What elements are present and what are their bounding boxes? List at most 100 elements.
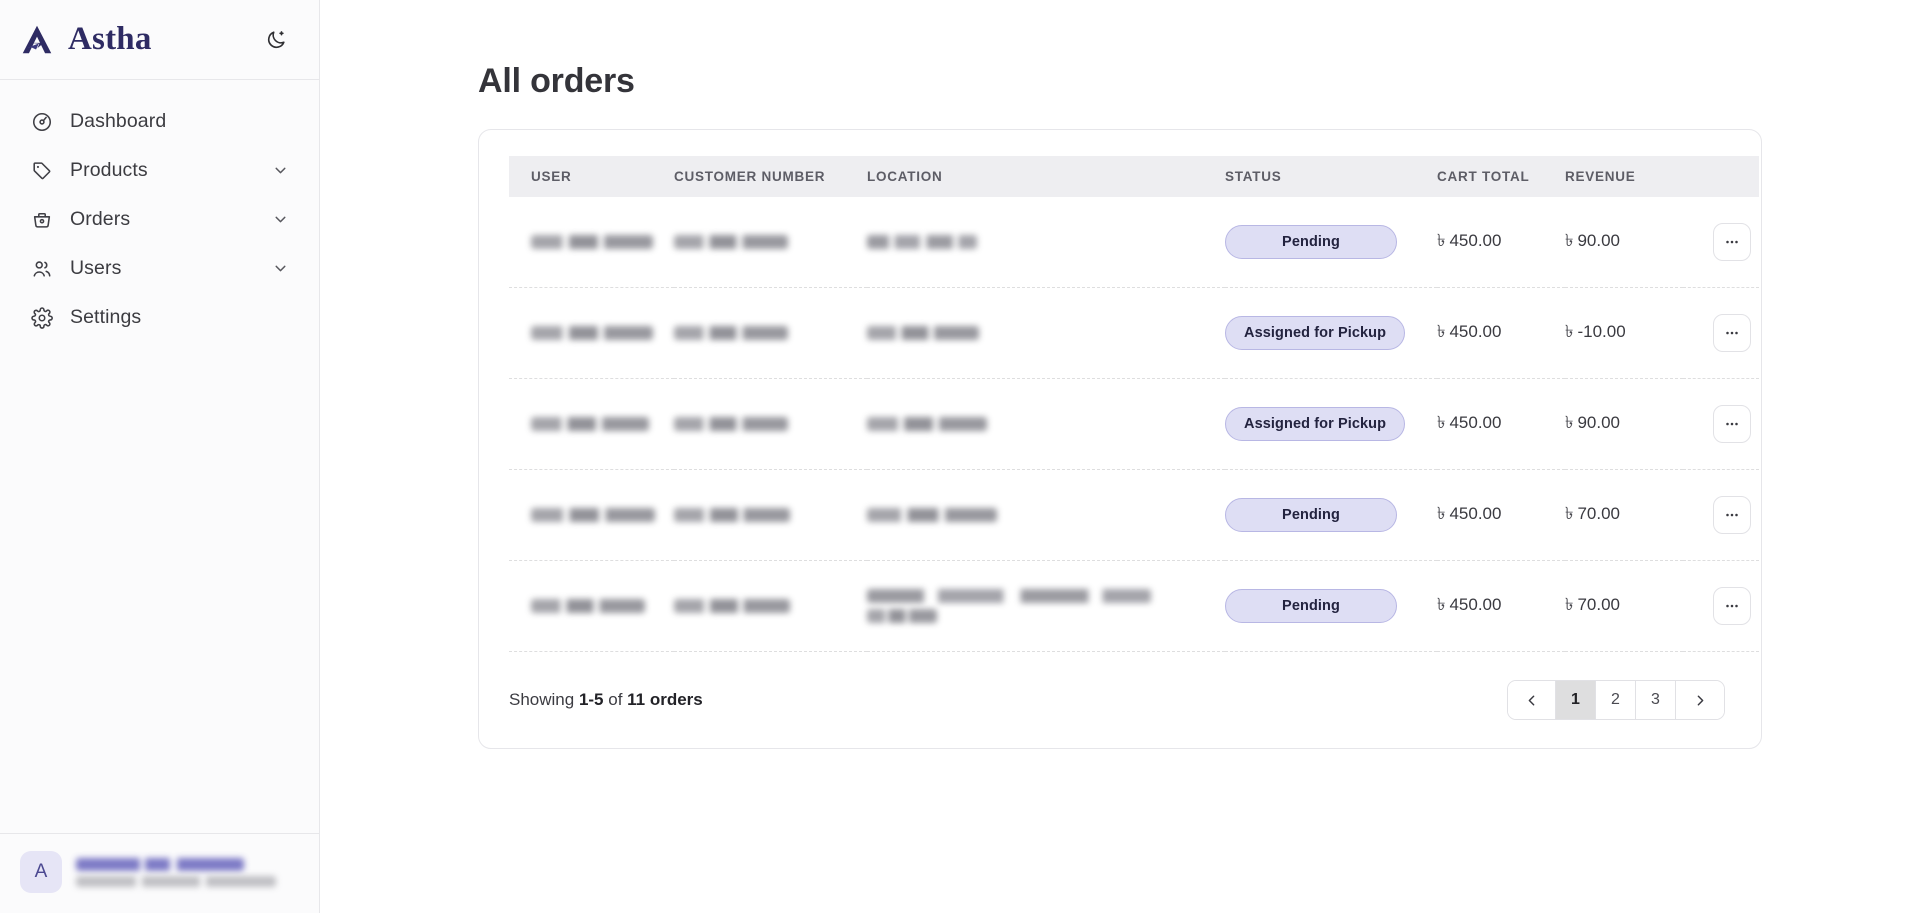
showing-prefix: Showing bbox=[509, 690, 579, 709]
cell-location bbox=[867, 561, 1225, 652]
currency-symbol: ৳ bbox=[1437, 231, 1445, 250]
column-header-location: LOCATION bbox=[867, 156, 1225, 197]
currency-symbol: ৳ bbox=[1565, 231, 1573, 250]
cell-cart-total: ৳450.00 bbox=[1437, 561, 1565, 652]
orders-table: USER CUSTOMER NUMBER LOCATION STATUS CAR… bbox=[509, 156, 1759, 652]
ellipsis-icon bbox=[1723, 324, 1741, 342]
app-root: Astha Dashboard bbox=[0, 0, 1920, 913]
column-header-revenue: REVENUE bbox=[1565, 156, 1683, 197]
gauge-icon bbox=[30, 110, 53, 133]
sidebar-spacer bbox=[0, 341, 319, 833]
cell-status: Pending bbox=[1225, 470, 1437, 561]
showing-total: 11 orders bbox=[627, 690, 703, 709]
table-row[interactable]: Pending ৳450.00 ৳70.00 bbox=[509, 470, 1759, 561]
currency-symbol: ৳ bbox=[1437, 322, 1445, 341]
user-redacted bbox=[531, 508, 655, 522]
location-redacted bbox=[867, 417, 987, 431]
cell-revenue: ৳90.00 bbox=[1565, 197, 1683, 288]
row-actions-button[interactable] bbox=[1713, 496, 1751, 534]
column-header-customer-number: CUSTOMER NUMBER bbox=[674, 156, 867, 197]
chevron-right-icon bbox=[1692, 692, 1709, 709]
table-body: Pending ৳450.00 ৳90.00 bbox=[509, 197, 1759, 652]
row-actions-button[interactable] bbox=[1713, 405, 1751, 443]
cell-actions bbox=[1683, 561, 1759, 652]
pagination-page-2[interactable]: 2 bbox=[1596, 681, 1636, 719]
chevron-down-icon[interactable] bbox=[271, 211, 289, 229]
sidebar-item-settings[interactable]: Settings bbox=[16, 294, 303, 341]
cell-revenue: ৳-10.00 bbox=[1565, 288, 1683, 379]
showing-middle: of bbox=[604, 690, 628, 709]
cell-customer-number bbox=[674, 288, 867, 379]
ellipsis-icon bbox=[1723, 597, 1741, 615]
table-footer: Showing 1-5 of 11 orders 1 2 3 bbox=[509, 652, 1731, 722]
user-redacted bbox=[531, 326, 653, 340]
account-section[interactable]: A bbox=[0, 833, 319, 913]
status-badge[interactable]: Pending bbox=[1225, 225, 1397, 259]
cell-user bbox=[509, 197, 674, 288]
cell-cart-total: ৳450.00 bbox=[1437, 470, 1565, 561]
cell-user bbox=[509, 288, 674, 379]
showing-summary: Showing 1-5 of 11 orders bbox=[509, 690, 703, 710]
pagination-next-button[interactable] bbox=[1676, 681, 1724, 719]
row-actions-button[interactable] bbox=[1713, 314, 1751, 352]
account-text bbox=[76, 858, 276, 887]
pagination-page-3[interactable]: 3 bbox=[1636, 681, 1676, 719]
currency-symbol: ৳ bbox=[1565, 322, 1573, 341]
sidebar: Astha Dashboard bbox=[0, 0, 320, 913]
table-row[interactable]: Pending ৳450.00 ৳90.00 bbox=[509, 197, 1759, 288]
status-badge[interactable]: Pending bbox=[1225, 498, 1397, 532]
cell-cart-total: ৳450.00 bbox=[1437, 197, 1565, 288]
ellipsis-icon bbox=[1723, 415, 1741, 433]
cart-total-value: 450.00 bbox=[1449, 504, 1501, 523]
sidebar-item-dashboard[interactable]: Dashboard bbox=[16, 98, 303, 145]
status-badge[interactable]: Assigned for Pickup bbox=[1225, 316, 1405, 350]
cell-cart-total: ৳450.00 bbox=[1437, 288, 1565, 379]
cell-actions bbox=[1683, 288, 1759, 379]
cell-user bbox=[509, 561, 674, 652]
table-row[interactable]: Assigned for Pickup ৳450.00 ৳-10.00 bbox=[509, 288, 1759, 379]
row-actions-button[interactable] bbox=[1713, 587, 1751, 625]
column-header-actions bbox=[1683, 156, 1759, 197]
cell-location bbox=[867, 470, 1225, 561]
revenue-value: 90.00 bbox=[1577, 231, 1620, 250]
column-header-user: USER bbox=[509, 156, 674, 197]
location-redacted-line1 bbox=[867, 589, 1151, 603]
cart-total-value: 450.00 bbox=[1449, 413, 1501, 432]
cell-revenue: ৳90.00 bbox=[1565, 379, 1683, 470]
sidebar-item-orders[interactable]: Orders bbox=[16, 196, 303, 243]
table-row[interactable]: Assigned for Pickup ৳450.00 ৳90.00 bbox=[509, 379, 1759, 470]
cell-revenue: ৳70.00 bbox=[1565, 470, 1683, 561]
currency-symbol: ৳ bbox=[1565, 504, 1573, 523]
pagination-page-1[interactable]: 1 bbox=[1556, 681, 1596, 719]
sidebar-item-label: Settings bbox=[70, 306, 289, 329]
currency-symbol: ৳ bbox=[1437, 504, 1445, 523]
cell-customer-number bbox=[674, 561, 867, 652]
location-redacted bbox=[867, 508, 997, 522]
cart-total-value: 450.00 bbox=[1449, 231, 1501, 250]
ellipsis-icon bbox=[1723, 506, 1741, 524]
moon-icon[interactable] bbox=[259, 23, 293, 57]
status-badge[interactable]: Pending bbox=[1225, 589, 1397, 623]
page-title: All orders bbox=[478, 62, 1762, 101]
cell-location bbox=[867, 197, 1225, 288]
customer-number-redacted bbox=[674, 599, 790, 613]
sidebar-item-label: Dashboard bbox=[70, 110, 289, 133]
currency-symbol: ৳ bbox=[1437, 595, 1445, 614]
account-email-redacted bbox=[76, 876, 276, 887]
sidebar-item-users[interactable]: Users bbox=[16, 245, 303, 292]
account-name-redacted bbox=[76, 858, 244, 871]
sidebar-item-products[interactable]: Products bbox=[16, 147, 303, 194]
row-actions-button[interactable] bbox=[1713, 223, 1751, 261]
cell-actions bbox=[1683, 197, 1759, 288]
cell-user bbox=[509, 470, 674, 561]
cell-status: Pending bbox=[1225, 561, 1437, 652]
brand[interactable]: Astha bbox=[18, 21, 259, 59]
chevron-down-icon[interactable] bbox=[271, 162, 289, 180]
status-badge[interactable]: Assigned for Pickup bbox=[1225, 407, 1405, 441]
pagination-prev-button[interactable] bbox=[1508, 681, 1556, 719]
cart-total-value: 450.00 bbox=[1449, 595, 1501, 614]
chevron-down-icon[interactable] bbox=[271, 260, 289, 278]
table-row[interactable]: Pending ৳450.00 ৳70.00 bbox=[509, 561, 1759, 652]
table-header: USER CUSTOMER NUMBER LOCATION STATUS CAR… bbox=[509, 156, 1759, 197]
pagination: 1 2 3 bbox=[1507, 680, 1725, 720]
